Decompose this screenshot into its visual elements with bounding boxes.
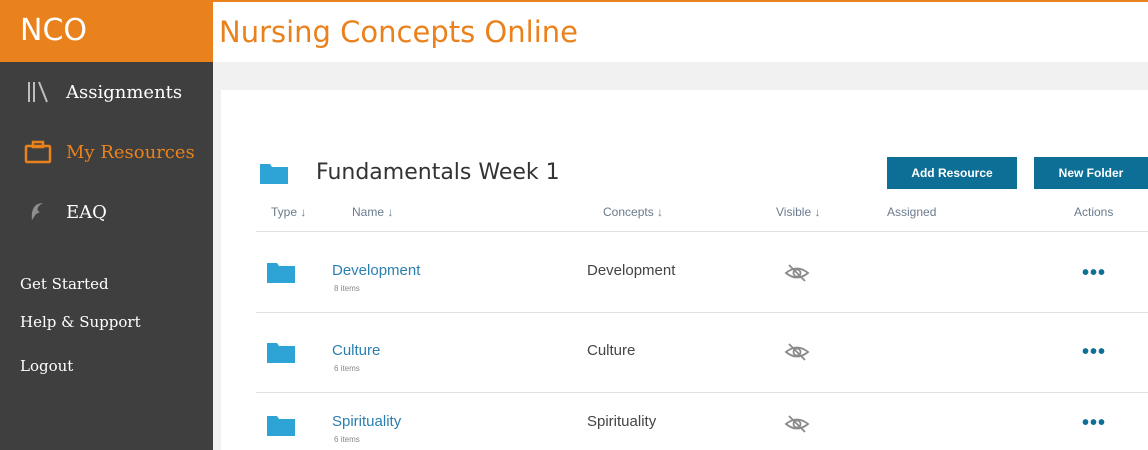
library-books-icon <box>22 79 54 105</box>
get-started-link[interactable]: Get Started <box>20 275 109 293</box>
row-name-link[interactable]: Culture <box>332 342 380 359</box>
sidebar-item-label: EAQ <box>66 201 107 223</box>
app-title: Nursing Concepts Online <box>219 15 578 49</box>
column-header-type[interactable]: Type ↓ <box>271 205 306 219</box>
row-divider <box>256 392 1148 393</box>
briefcase-icon <box>22 140 54 164</box>
eye-off-icon[interactable] <box>783 413 811 435</box>
row-item-count: 6 items <box>334 364 360 373</box>
eye-off-icon[interactable] <box>783 341 811 363</box>
help-support-link[interactable]: Help & Support <box>20 313 141 331</box>
header-border <box>213 0 1148 2</box>
row-actions-menu[interactable]: ••• <box>1082 412 1106 435</box>
new-folder-button[interactable]: New Folder <box>1034 157 1148 189</box>
add-resource-button[interactable]: Add Resource <box>887 157 1017 189</box>
row-actions-menu[interactable]: ••• <box>1082 262 1106 285</box>
logout-link[interactable]: Logout <box>20 357 73 375</box>
eaq-icon <box>22 200 54 224</box>
sidebar-item-label: Assignments <box>66 81 183 103</box>
row-concept: Culture <box>587 342 636 359</box>
logo[interactable]: NCO <box>20 13 87 48</box>
folder-icon <box>260 164 288 184</box>
row-item-count: 8 items <box>334 284 360 293</box>
header-band <box>213 62 1148 90</box>
header-divider <box>256 231 1148 232</box>
row-item-count: 6 items <box>334 435 360 444</box>
sidebar-item-my-resources[interactable]: My Resources <box>0 122 213 182</box>
row-divider <box>256 312 1148 313</box>
content-gutter <box>213 90 221 450</box>
folder-icon <box>267 263 295 283</box>
eye-off-icon[interactable] <box>783 262 811 284</box>
column-header-actions: Actions <box>1074 205 1114 219</box>
row-name-link[interactable]: Spirituality <box>332 413 401 430</box>
column-header-concepts[interactable]: Concepts ↓ <box>603 205 663 219</box>
row-concept: Development <box>587 262 676 279</box>
sidebar-item-assignments[interactable]: Assignments <box>0 62 213 122</box>
column-header-visible[interactable]: Visible ↓ <box>776 205 820 219</box>
column-header-assigned: Assigned <box>887 205 937 219</box>
column-header-name[interactable]: Name ↓ <box>352 205 393 219</box>
folder-title: Fundamentals Week 1 <box>316 160 560 185</box>
sidebar-item-eaq[interactable]: EAQ <box>0 182 213 242</box>
sidebar-item-label: My Resources <box>66 141 195 163</box>
row-actions-menu[interactable]: ••• <box>1082 341 1106 364</box>
sidebar: NCO Assignments My Resources EAQ Get Sta… <box>0 0 213 450</box>
folder-icon <box>267 416 295 436</box>
row-name-link[interactable]: Development <box>332 262 420 279</box>
folder-icon <box>267 343 295 363</box>
logo-area[interactable]: NCO <box>0 0 213 62</box>
row-concept: Spirituality <box>587 413 657 430</box>
